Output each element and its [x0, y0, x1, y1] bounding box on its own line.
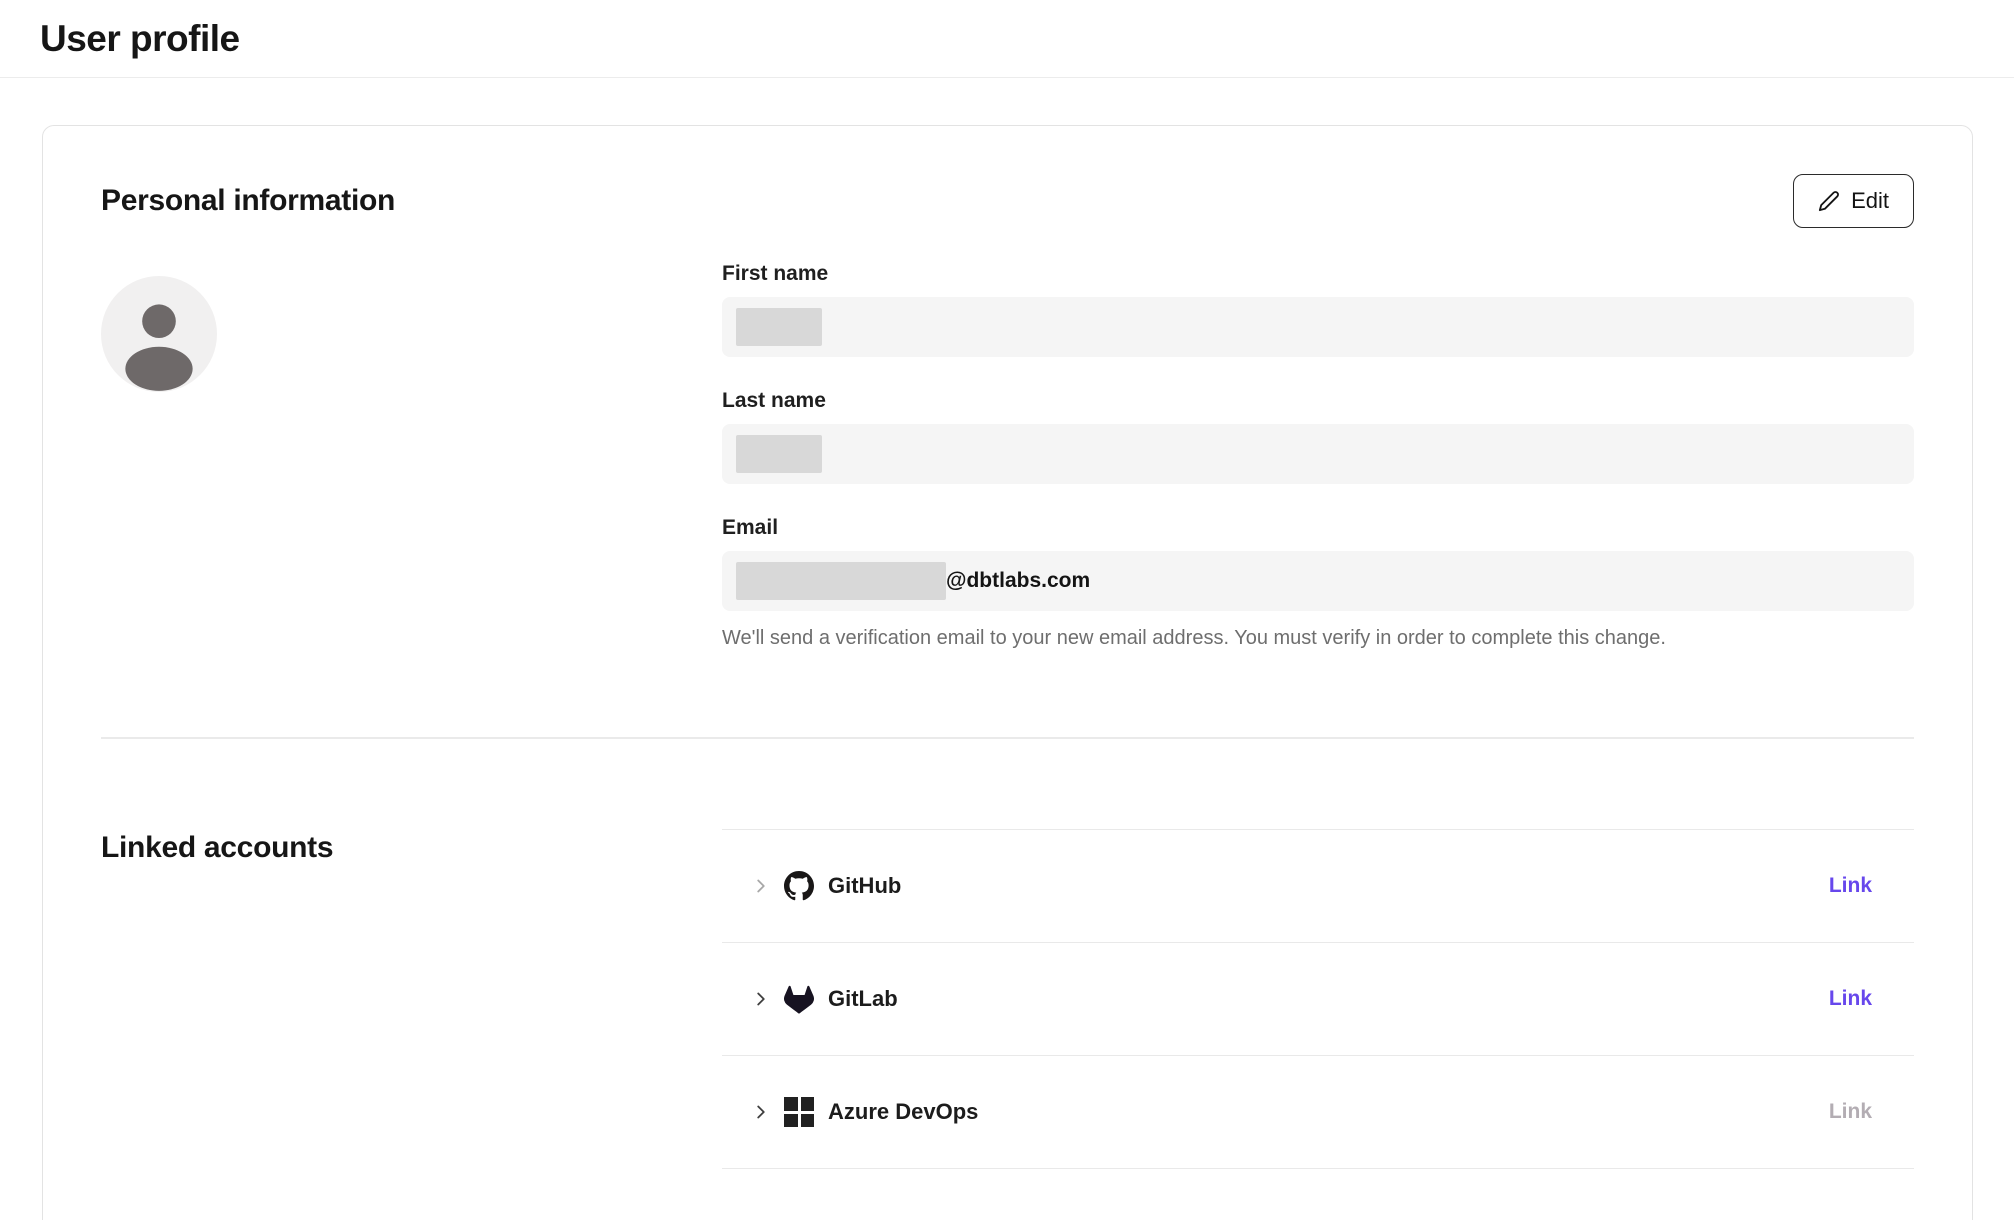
edit-button-label: Edit: [1851, 188, 1889, 214]
gitlab-link-action[interactable]: Link: [1829, 987, 1872, 1011]
email-group: Email @dbtlabs.com We'll send a verifica…: [722, 514, 1914, 651]
profile-card: Personal information Edit Fi: [42, 125, 1973, 1220]
first-name-group: First name: [722, 260, 1914, 357]
personal-info-header: Personal information Edit: [101, 174, 1914, 228]
chevron-right-icon[interactable]: [750, 875, 772, 897]
linked-heading-column: Linked accounts: [101, 829, 722, 1169]
github-link-action[interactable]: Link: [1829, 874, 1872, 898]
fields-column: First name Last name Email @dbtlabs.com …: [722, 260, 1914, 651]
redacted-last-name-value: [736, 435, 822, 473]
email-label: Email: [722, 514, 1914, 541]
azure-devops-link-action: Link: [1829, 1100, 1872, 1124]
account-name: GitLab: [828, 986, 898, 1012]
account-name: GitHub: [828, 873, 901, 899]
account-row-azure-devops[interactable]: Azure DevOps Link: [722, 1056, 1914, 1169]
chevron-right-icon[interactable]: [750, 1101, 772, 1123]
gitlab-icon: [784, 984, 814, 1014]
last-name-label: Last name: [722, 387, 1914, 414]
redacted-first-name-value: [736, 308, 822, 346]
email-domain: @dbtlabs.com: [946, 569, 1090, 593]
github-icon: [784, 871, 814, 901]
azure-devops-icon: [784, 1097, 814, 1127]
personal-info-heading: Personal information: [101, 184, 395, 218]
page-title: User profile: [40, 18, 240, 60]
email-helper-text: We'll send a verification email to your …: [722, 625, 1914, 651]
account-row-gitlab[interactable]: GitLab Link: [722, 943, 1914, 1056]
page-header: User profile: [0, 0, 2014, 78]
linked-accounts-section: Linked accounts GitHub Link: [101, 829, 1914, 1169]
first-name-field[interactable]: [722, 297, 1914, 357]
pencil-icon: [1818, 190, 1840, 212]
account-row-github[interactable]: GitHub Link: [722, 830, 1914, 943]
linked-accounts-list: GitHub Link GitLab Link: [722, 829, 1914, 1169]
avatar: [101, 276, 217, 392]
account-name: Azure DevOps: [828, 1099, 978, 1125]
first-name-label: First name: [722, 260, 1914, 287]
last-name-field[interactable]: [722, 424, 1914, 484]
chevron-right-icon[interactable]: [750, 988, 772, 1010]
section-divider: [101, 737, 1914, 739]
edit-button[interactable]: Edit: [1793, 174, 1914, 228]
personal-info-section: First name Last name Email @dbtlabs.com …: [101, 228, 1914, 651]
avatar-column: [101, 228, 722, 651]
redacted-email-value: [736, 562, 946, 600]
linked-accounts-heading: Linked accounts: [101, 829, 722, 867]
email-field[interactable]: @dbtlabs.com: [722, 551, 1914, 611]
last-name-group: Last name: [722, 387, 1914, 484]
